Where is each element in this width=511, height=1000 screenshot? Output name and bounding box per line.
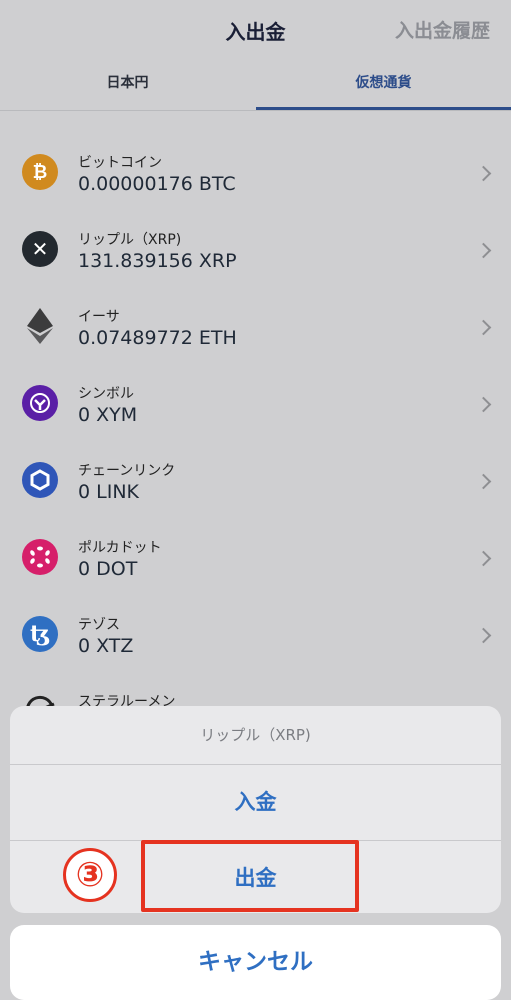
header: 入出金 入出金履歴 [0,0,511,60]
chevron-right-icon [475,165,492,182]
coin-name: リップル（XRP) [78,232,182,248]
coin-amount: 0 DOT [78,558,138,580]
coin-name: ビットコイン [78,155,162,171]
tab-jpy[interactable]: 日本円 [0,60,255,108]
polkadot-icon [22,539,58,575]
coin-row-xrp[interactable]: ✕ リップル（XRP) 131.839156 XRP [0,212,511,289]
chainlink-icon [22,462,58,498]
symbol-icon [22,385,58,421]
stellar-icon [22,693,58,707]
deposit-button[interactable]: 入金 [10,765,501,840]
coin-name: テゾス [78,617,120,633]
coin-name: チェーンリンク [78,463,176,479]
coin-row-btc[interactable]: ₿ ビットコイン 0.00000176 BTC [0,135,511,212]
bitcoin-icon: ₿ [22,154,58,190]
coin-row-xtz[interactable]: ꜩ テゾス 0 XTZ [0,597,511,674]
coin-name: ポルカドット [78,540,162,556]
cancel-button[interactable]: キャンセル [10,925,501,1000]
coin-row-eth[interactable]: イーサ 0.07489772 ETH [0,289,511,366]
chevron-right-icon [475,396,492,413]
tezos-icon: ꜩ [22,616,58,652]
coin-amount: 0 XYM [78,404,138,426]
history-link[interactable]: 入出金履歴 [395,16,490,43]
withdraw-highlight-box [141,840,359,912]
chevron-right-icon [475,550,492,567]
tab-crypto[interactable]: 仮想通貨 [256,60,511,110]
chevron-right-icon [475,473,492,490]
chevron-right-icon [475,627,492,644]
coin-row-xlm[interactable]: ステラルーメン [0,674,511,707]
tab-bar: 日本円 仮想通貨 [0,60,511,111]
chevron-right-icon [475,319,492,336]
coin-name: イーサ [78,309,120,325]
step-marker: ③ [63,848,117,902]
coin-row-dot[interactable]: ポルカドット 0 DOT [0,520,511,597]
chevron-right-icon [475,242,492,259]
ethereum-icon [22,308,58,344]
coin-amount: 0 LINK [78,481,139,503]
coin-amount: 0.00000176 BTC [78,173,236,195]
coin-amount: 131.839156 XRP [78,250,237,272]
coin-row-xym[interactable]: シンボル 0 XYM [0,366,511,443]
coin-name: ステラルーメン [78,694,176,707]
coin-amount: 0 XTZ [78,635,134,657]
coin-amount: 0.07489772 ETH [78,327,237,349]
coin-name: シンボル [78,386,134,402]
coin-row-link[interactable]: チェーンリンク 0 LINK [0,443,511,520]
xrp-icon: ✕ [22,231,58,267]
action-sheet-title: リップル（XRP) [10,706,501,765]
